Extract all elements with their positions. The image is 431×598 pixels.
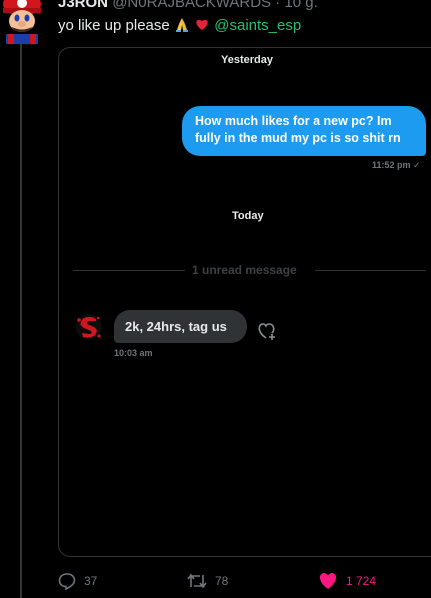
unread-divider-label: 1 unread message (192, 263, 297, 277)
outgoing-message-bubble: How much likes for a new pc? Im fully in… (182, 106, 426, 156)
heart-plus-icon (258, 323, 275, 340)
tweet-time[interactable]: 10 g. (284, 0, 317, 11)
thread-line (20, 44, 22, 598)
tweet-text: yo like up please @saints_esp (58, 16, 301, 34)
outgoing-message-time: 11:52 pm ✓ (372, 160, 421, 171)
retweet-icon (187, 573, 207, 589)
outgoing-time-text: 11:52 pm (372, 160, 411, 170)
mention-link[interactable]: @saints_esp (214, 17, 301, 34)
saints-logo-avatar (74, 312, 104, 342)
red-heart-icon (196, 19, 208, 30)
unread-divider-right (315, 270, 426, 271)
folded-hands-icon (175, 18, 188, 32)
date-label-yesterday: Yesterday (221, 54, 273, 66)
add-reaction-button[interactable] (256, 320, 278, 342)
reply-count: 37 (84, 574, 98, 588)
reply-icon (58, 573, 76, 590)
retweet-count: 78 (215, 574, 229, 588)
seen-check-icon: ✓ (413, 160, 421, 170)
mario-avatar-icon (0, 0, 44, 44)
time-separator: · (271, 0, 285, 11)
incoming-message-time: 10:03 am (114, 348, 153, 358)
author-handle[interactable]: @N0RAJBACKWARDS (112, 0, 271, 11)
reply-button[interactable]: 37 (58, 572, 97, 590)
tweet-body: yo like up please (58, 17, 170, 34)
saints-logo-icon (76, 314, 102, 340)
tweet-header: J3RON @N0RAJBACKWARDS · 10 g. (58, 0, 318, 11)
retweet-button[interactable]: 78 (187, 572, 228, 590)
date-label-today: Today (232, 210, 264, 222)
unread-divider-left (73, 270, 185, 271)
author-name[interactable]: J3RON (58, 0, 108, 11)
like-button[interactable]: 1 724 (318, 572, 376, 590)
liked-heart-icon (319, 573, 337, 589)
like-count: 1 724 (346, 574, 377, 588)
incoming-message-bubble: 2k, 24hrs, tag us (114, 310, 247, 343)
author-avatar[interactable] (0, 0, 44, 44)
